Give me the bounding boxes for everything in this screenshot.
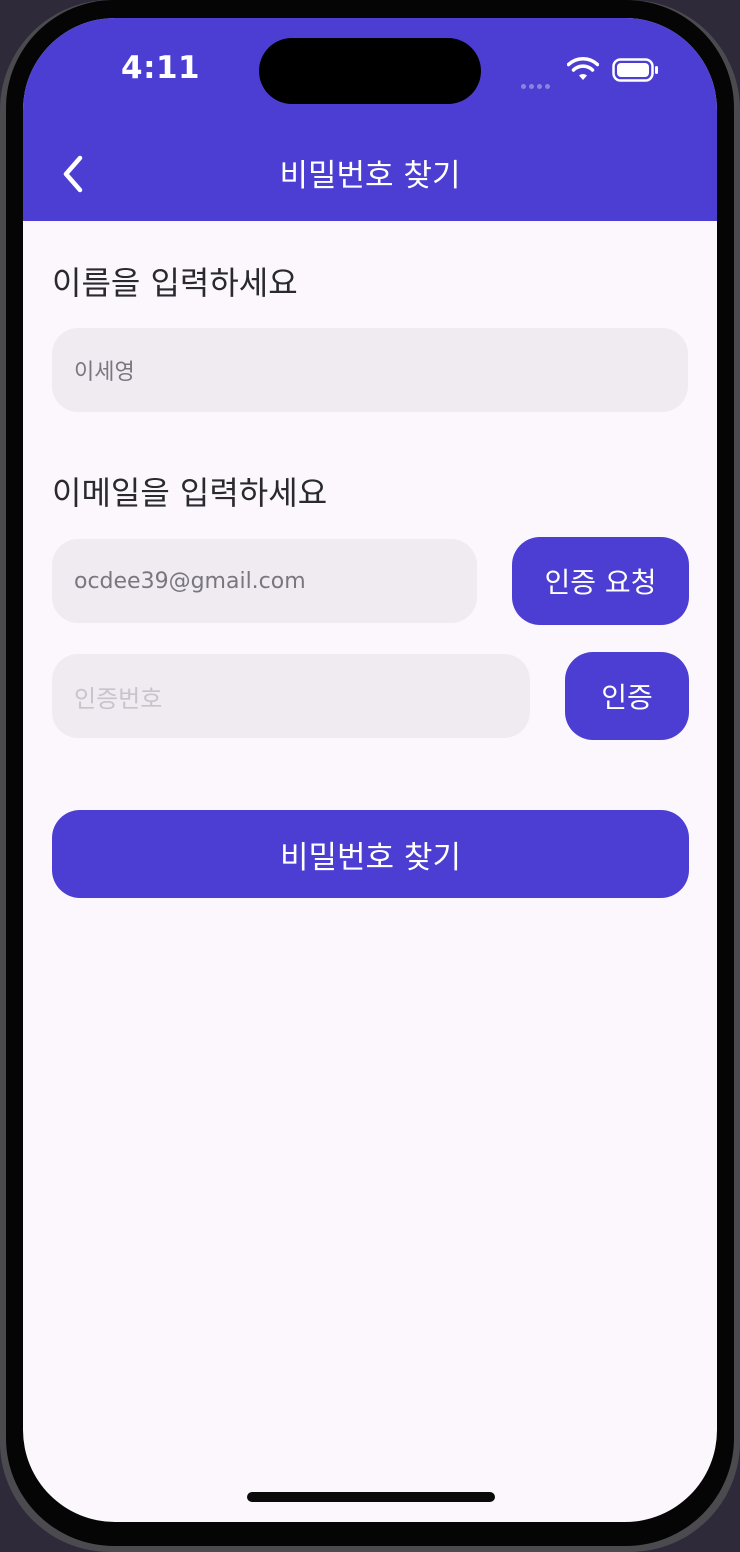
verification-code-placeholder: 인증번호 — [74, 684, 163, 713]
wifi-icon — [567, 57, 599, 80]
cellular-signal-icon — [521, 74, 553, 93]
battery-icon — [612, 58, 658, 82]
page-title: 비밀번호 찾기 — [279, 158, 461, 194]
name-label: 이름을 입력하세요 — [52, 264, 298, 302]
status-time: 4:11 — [121, 50, 201, 86]
email-label: 이메일을 입력하세요 — [52, 474, 328, 512]
phone-screen: 4:11 비밀번호 찾기 이름을 입력하세요 이세영 이메일을 입력하세요 oc… — [23, 18, 717, 1522]
name-field-value: 이세영 — [74, 360, 135, 385]
email-field[interactable]: ocdee39@gmail.com — [52, 539, 477, 623]
find-password-button[interactable]: 비밀번호 찾기 — [52, 810, 689, 898]
app-bar: 4:11 비밀번호 찾기 — [23, 18, 717, 221]
home-indicator — [247, 1492, 495, 1502]
verify-button[interactable]: 인증 — [565, 652, 689, 740]
request-verification-button[interactable]: 인증 요청 — [512, 537, 689, 625]
name-field[interactable]: 이세영 — [52, 328, 688, 412]
dynamic-island — [259, 38, 481, 104]
email-field-value: ocdee39@gmail.com — [74, 568, 306, 594]
verification-code-field[interactable]: 인증번호 — [52, 654, 530, 738]
